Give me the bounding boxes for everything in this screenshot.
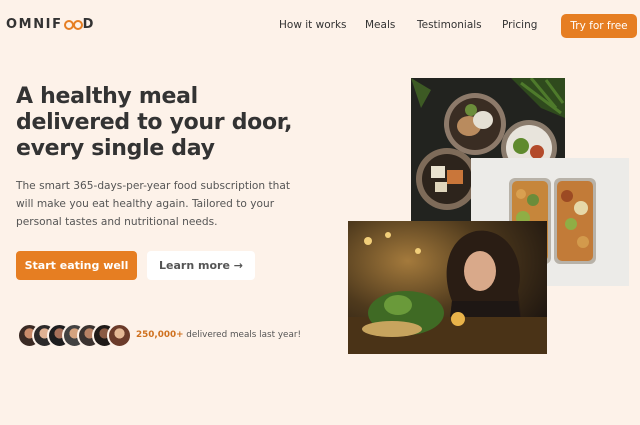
hero-title-line: every single day <box>16 136 215 161</box>
try-for-free-button[interactable]: Try for free <box>561 14 637 38</box>
woman-eating-image <box>348 221 547 354</box>
start-eating-well-button[interactable]: Start eating well <box>16 251 137 280</box>
site-header: OMNIF D How it works Meals Testimonials … <box>0 0 640 52</box>
logo[interactable]: OMNIF D <box>6 17 95 32</box>
fork-plate-circles-icon <box>63 19 83 30</box>
delivered-count: 250,000+ <box>136 330 184 340</box>
nav-pricing[interactable]: Pricing <box>502 19 537 31</box>
nav-meals[interactable]: Meals <box>365 19 395 31</box>
avatar <box>107 323 132 348</box>
hero-title: A healthy meal delivered to your door, e… <box>16 84 316 162</box>
customer-avatars <box>17 323 132 349</box>
nav-how-it-works[interactable]: How it works <box>279 19 347 31</box>
delivered-meals-text: 250,000+ delivered meals last year! <box>136 330 301 340</box>
hero-title-line: A healthy meal <box>16 84 198 109</box>
hero-description: The smart 365-days-per-year food subscri… <box>16 180 290 228</box>
delivered-label: delivered meals last year! <box>183 330 301 340</box>
learn-more-button[interactable]: Learn more → <box>147 251 255 280</box>
logo-text-start: OMNIF <box>6 17 63 32</box>
hero-title-line: delivered to your door, <box>16 110 293 135</box>
logo-text-end: D <box>82 17 95 32</box>
nav-testimonials[interactable]: Testimonials <box>417 19 482 31</box>
